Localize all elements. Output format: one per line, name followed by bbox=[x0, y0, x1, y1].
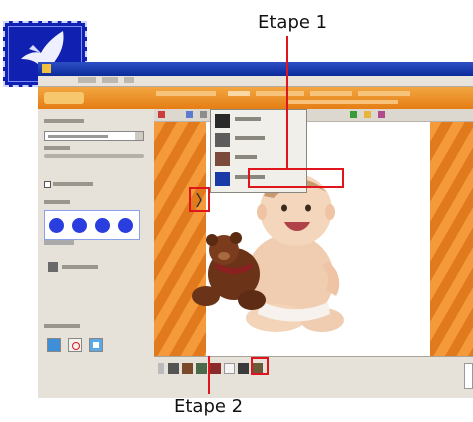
header-link[interactable] bbox=[256, 91, 304, 96]
toolbar-icon[interactable] bbox=[186, 111, 193, 118]
stamp-tool-icon bbox=[215, 114, 230, 128]
tray-tool-icon[interactable] bbox=[210, 363, 221, 374]
step-2-highlight bbox=[251, 357, 269, 375]
menu-item[interactable] bbox=[78, 77, 96, 83]
tray-scroll-left[interactable] bbox=[158, 363, 164, 374]
canvas-edge-highlight bbox=[189, 187, 210, 212]
chevron-down-icon[interactable] bbox=[135, 132, 143, 140]
tray-scroll-right[interactable] bbox=[464, 363, 473, 389]
brush-scale bbox=[44, 240, 74, 245]
toolbar-icon[interactable] bbox=[364, 111, 371, 118]
step-2-label: Etape 2 bbox=[174, 396, 244, 417]
toolbar bbox=[154, 109, 473, 122]
brush-size-option[interactable] bbox=[72, 218, 87, 233]
tool-options-panel bbox=[38, 109, 155, 398]
thumbnail-tray bbox=[154, 356, 473, 398]
header-sublinks[interactable] bbox=[288, 100, 398, 104]
step-1-label: Etape 1 bbox=[258, 12, 328, 33]
toolbar-icon[interactable] bbox=[158, 111, 165, 118]
tray-tool-icon[interactable] bbox=[182, 363, 193, 374]
header-band bbox=[38, 87, 473, 109]
app-icon bbox=[42, 64, 51, 73]
brush-size-option[interactable] bbox=[95, 218, 110, 233]
tools-menu-tab[interactable] bbox=[228, 91, 250, 96]
checkbox-label bbox=[53, 182, 93, 186]
palette-icon[interactable] bbox=[48, 262, 58, 272]
menu-item[interactable] bbox=[102, 77, 118, 83]
photo-tool-icon bbox=[215, 152, 230, 166]
magic-wand-icon bbox=[215, 172, 230, 186]
toolbar-icon[interactable] bbox=[350, 111, 357, 118]
tolerance-label bbox=[44, 146, 70, 150]
selection-mode-dropdown[interactable] bbox=[44, 131, 144, 141]
tray-tool-icon[interactable] bbox=[196, 363, 207, 374]
effect-button[interactable] bbox=[68, 338, 82, 352]
step-2-pointer bbox=[208, 356, 210, 394]
step-1-pointer bbox=[286, 36, 288, 170]
toolbar-icon[interactable] bbox=[378, 111, 385, 118]
step-1-highlight bbox=[248, 168, 344, 188]
brush-size-option[interactable] bbox=[118, 218, 133, 233]
brush-size-label bbox=[44, 200, 70, 204]
tool-icon bbox=[215, 133, 230, 147]
toolbar-icon[interactable] bbox=[200, 111, 207, 118]
menu-item[interactable] bbox=[124, 77, 134, 83]
magic-wand-icon[interactable] bbox=[224, 363, 235, 374]
brush-size-option[interactable] bbox=[49, 218, 64, 233]
brush-size-picker[interactable] bbox=[44, 210, 140, 240]
title-bar bbox=[38, 62, 473, 76]
home-tab[interactable] bbox=[44, 92, 84, 104]
effect-button[interactable] bbox=[89, 338, 103, 352]
tray-tool-icon[interactable] bbox=[238, 363, 249, 374]
effects-label bbox=[44, 324, 80, 328]
header-link[interactable] bbox=[358, 91, 410, 96]
tolerance-slider[interactable] bbox=[44, 154, 144, 158]
selection-mode-label bbox=[44, 119, 84, 123]
menu-item-tool-2[interactable] bbox=[215, 132, 303, 149]
canvas-border-right bbox=[430, 122, 473, 356]
tray-tool-icon[interactable] bbox=[168, 363, 179, 374]
effect-button[interactable] bbox=[47, 338, 61, 352]
option-checkbox[interactable] bbox=[44, 181, 51, 188]
header-link[interactable] bbox=[156, 91, 216, 96]
header-link[interactable] bbox=[310, 91, 352, 96]
menu-bar bbox=[38, 76, 473, 87]
menu-item-stamp-tool[interactable] bbox=[215, 113, 303, 130]
palette-label bbox=[62, 265, 98, 269]
menu-item-tool-3[interactable] bbox=[215, 151, 303, 168]
baby-photo bbox=[192, 174, 344, 332]
